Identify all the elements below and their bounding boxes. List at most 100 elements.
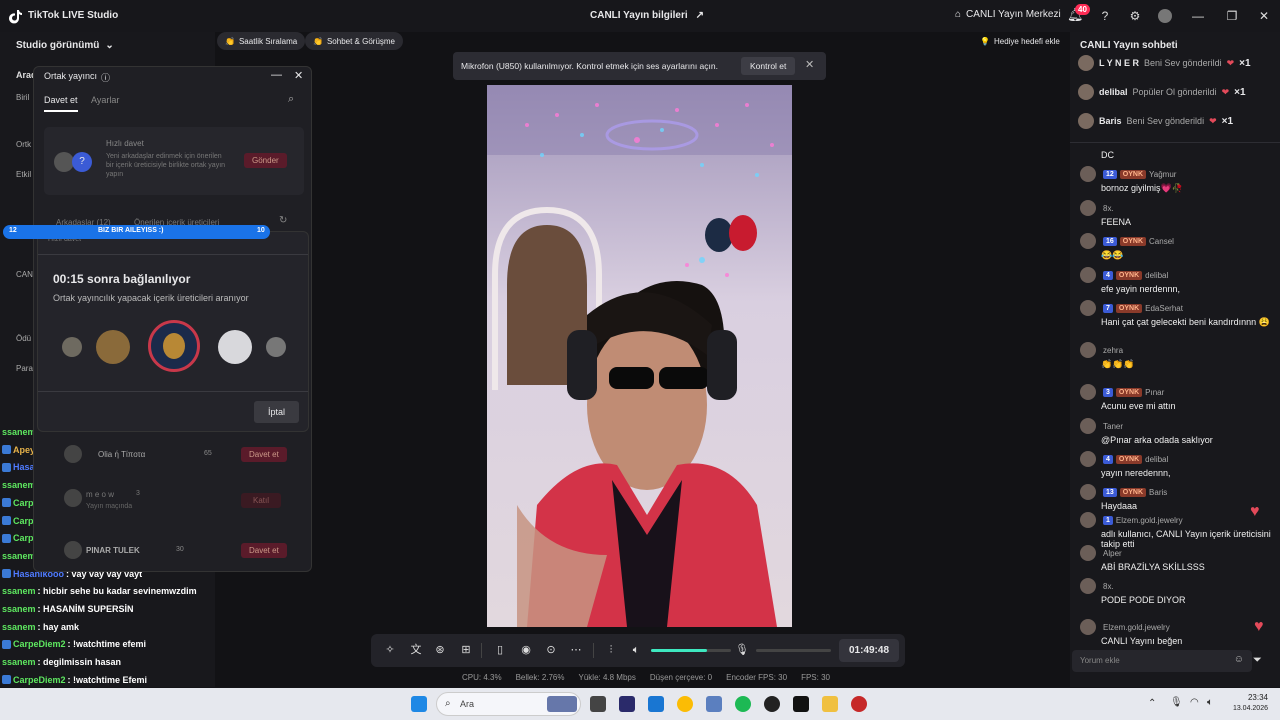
tiktok-logo-icon xyxy=(9,10,22,24)
outlook-icon[interactable] xyxy=(648,696,664,712)
list-item: PINAR TULEK 30 Davet et xyxy=(56,541,296,561)
fan-badge: OYNK xyxy=(1115,454,1143,464)
invite-button[interactable]: Davet et xyxy=(241,447,287,462)
refresh-icon[interactable]: ↻ xyxy=(279,215,287,226)
avatar xyxy=(62,337,82,357)
chat-text: Acunu eve mi attın xyxy=(1101,401,1176,411)
chat-message: : HASANİM SUPERSİN xyxy=(37,604,134,614)
chat-line: CarpeDiem2: !watchtime efemi xyxy=(2,637,146,651)
spotify-icon[interactable] xyxy=(735,696,751,712)
speaker-icon[interactable]: 🔈︎ xyxy=(629,643,643,657)
gift-desc: Beni Sev gönderildi xyxy=(1144,58,1222,68)
magic-wand-icon[interactable]: ✧ xyxy=(383,643,397,657)
chat-text: PODE PODE DIYOR xyxy=(1101,595,1186,605)
hourly-ranking-pill[interactable]: 👏 Saatlik Sıralama xyxy=(217,32,306,50)
comment-input[interactable]: Yorum ekle ☺ xyxy=(1072,650,1252,672)
file-explorer-icon[interactable] xyxy=(822,696,838,712)
gift-goal-pill[interactable]: 💡 Hediye hedefi ekle xyxy=(972,32,1068,50)
taskbar-search[interactable]: ⌕ Ara xyxy=(436,692,581,716)
cancel-button[interactable]: İptal xyxy=(254,401,300,423)
badge-icon xyxy=(2,639,11,649)
join-button[interactable]: Katıl xyxy=(241,493,282,508)
level-badge: 4 xyxy=(1103,454,1113,464)
heart-icon: ♥ xyxy=(1250,503,1260,520)
chat-username: zehra xyxy=(1103,345,1124,355)
search-icon[interactable]: ⌕ xyxy=(288,93,294,106)
app-icon[interactable] xyxy=(764,696,780,712)
filter-icon[interactable]: ⏷ xyxy=(1253,654,1262,667)
badge-icon xyxy=(2,462,11,472)
divider xyxy=(1070,142,1280,143)
check-button[interactable]: Kontrol et xyxy=(741,57,796,75)
creator-name: m e o w xyxy=(86,490,115,499)
record-icon[interactable]: ◉ xyxy=(519,643,533,657)
performance-stats: CPU: 4.3% Bellek: 2.76% Yükle: 4.8 Mbps … xyxy=(462,673,830,682)
volume-slider[interactable] xyxy=(651,649,731,652)
quick-invite-title: Hızlı davet xyxy=(106,139,144,148)
phone-icon[interactable]: ▯ xyxy=(493,643,507,657)
app-icon[interactable] xyxy=(619,696,635,712)
avatar[interactable] xyxy=(1150,0,1180,32)
chat-message-item: 13 OYNK Baris Haydaaa xyxy=(1080,484,1275,511)
help-icon[interactable]: ? xyxy=(1090,0,1120,32)
mic-tray-icon[interactable]: 🎙︎ xyxy=(1170,697,1183,708)
chat-call-pill[interactable]: 👏 Sohbet & Görüşme xyxy=(305,32,404,50)
left-stub: Ödü xyxy=(16,334,32,343)
chat-message-item: 4 OYNK delibal yayın neredennn, xyxy=(1080,451,1275,478)
chat-line: ssanem: degilmissin hasan xyxy=(2,655,121,669)
equalizer-icon[interactable]: ⫶ xyxy=(604,643,618,657)
studio-view-dropdown[interactable]: Studio görünümü ⌄ xyxy=(16,40,114,51)
tab-invite[interactable]: Davet et xyxy=(44,95,78,112)
chevron-up-icon[interactable]: ⌃ xyxy=(1148,698,1156,709)
avatar xyxy=(1080,233,1096,249)
screenshot-icon[interactable]: ⊙ xyxy=(544,643,558,657)
tab-settings[interactable]: Ayarlar xyxy=(91,95,119,105)
volume-tray-icon[interactable]: 🔈︎ xyxy=(1207,697,1213,708)
windows-start-icon[interactable] xyxy=(411,696,427,712)
invite-button[interactable]: Davet et xyxy=(241,543,287,558)
live-center-button[interactable]: ⌂ CANLI Yayın Merkezi xyxy=(955,9,1061,20)
chat-message-item: Taner @Pınar arka odada saklıyor xyxy=(1080,418,1275,445)
translate-icon[interactable]: 文 xyxy=(409,643,423,657)
settings-app-icon[interactable] xyxy=(706,696,722,712)
gear-icon[interactable]: ⚙ xyxy=(1120,0,1150,32)
encoder-fps-stat: Encoder FPS: 30 xyxy=(726,673,788,682)
level-badge: 7 xyxy=(1103,303,1113,313)
close-button[interactable]: ✕ xyxy=(1248,0,1280,32)
gift-count: ×1 xyxy=(1239,57,1251,69)
mic-icon[interactable]: 🎙︎ xyxy=(735,643,749,657)
more-icon[interactable]: ⋯ xyxy=(569,643,583,657)
maximize-button[interactable]: ❐ xyxy=(1216,0,1248,32)
add-source-icon[interactable]: ⊞ xyxy=(459,643,473,657)
close-icon[interactable]: ✕ xyxy=(294,69,303,82)
chat-line: ssanem: hay amk xyxy=(2,620,79,634)
chat-username: Alper xyxy=(1103,548,1122,558)
divider xyxy=(481,643,482,658)
emoji-icon[interactable]: ☺ xyxy=(1234,654,1244,665)
gift-icon: ❤ xyxy=(1221,86,1230,97)
close-icon[interactable]: ✕ xyxy=(805,58,814,71)
avatar xyxy=(1080,451,1096,467)
mic-slider[interactable] xyxy=(756,649,831,652)
chrome-icon[interactable] xyxy=(677,696,693,712)
gift-row: delibal Popüler Ol gönderildi ❤ ×1 xyxy=(1078,83,1246,101)
app-icon[interactable] xyxy=(851,696,867,712)
ai-effects-icon[interactable]: ⊛ xyxy=(433,643,447,657)
live-info-button[interactable]: CANLI Yayın bilgileri ↗ xyxy=(590,10,704,21)
minimize-icon[interactable]: — xyxy=(271,69,282,81)
minimize-button[interactable]: — xyxy=(1180,0,1216,32)
avatar xyxy=(64,489,82,507)
wifi-icon[interactable]: ◠ xyxy=(1190,697,1199,708)
chat-message-item: 3 OYNK Pınar Acunu eve mi attın xyxy=(1080,384,1275,411)
progress-label: BIZ BIR AILEYISS :) xyxy=(98,227,164,234)
level-badge: 3 xyxy=(1103,387,1113,397)
chat-text: efe yayin nerdennn, xyxy=(1101,284,1181,294)
send-button[interactable]: Gönder xyxy=(244,153,287,168)
gift-sender: delibal xyxy=(1099,87,1128,97)
chat-text: ABİ BRAZİLYA SKİLLSSS xyxy=(1101,562,1205,572)
searching-subtitle: Ortak yayıncılık yapacak içerik üreticil… xyxy=(53,293,249,303)
gift-desc: Beni Sev gönderildi xyxy=(1126,116,1205,126)
creator-name: PINAR TULEK xyxy=(86,546,140,555)
tiktok-taskbar-icon[interactable] xyxy=(793,696,809,712)
task-view-icon[interactable] xyxy=(590,696,606,712)
